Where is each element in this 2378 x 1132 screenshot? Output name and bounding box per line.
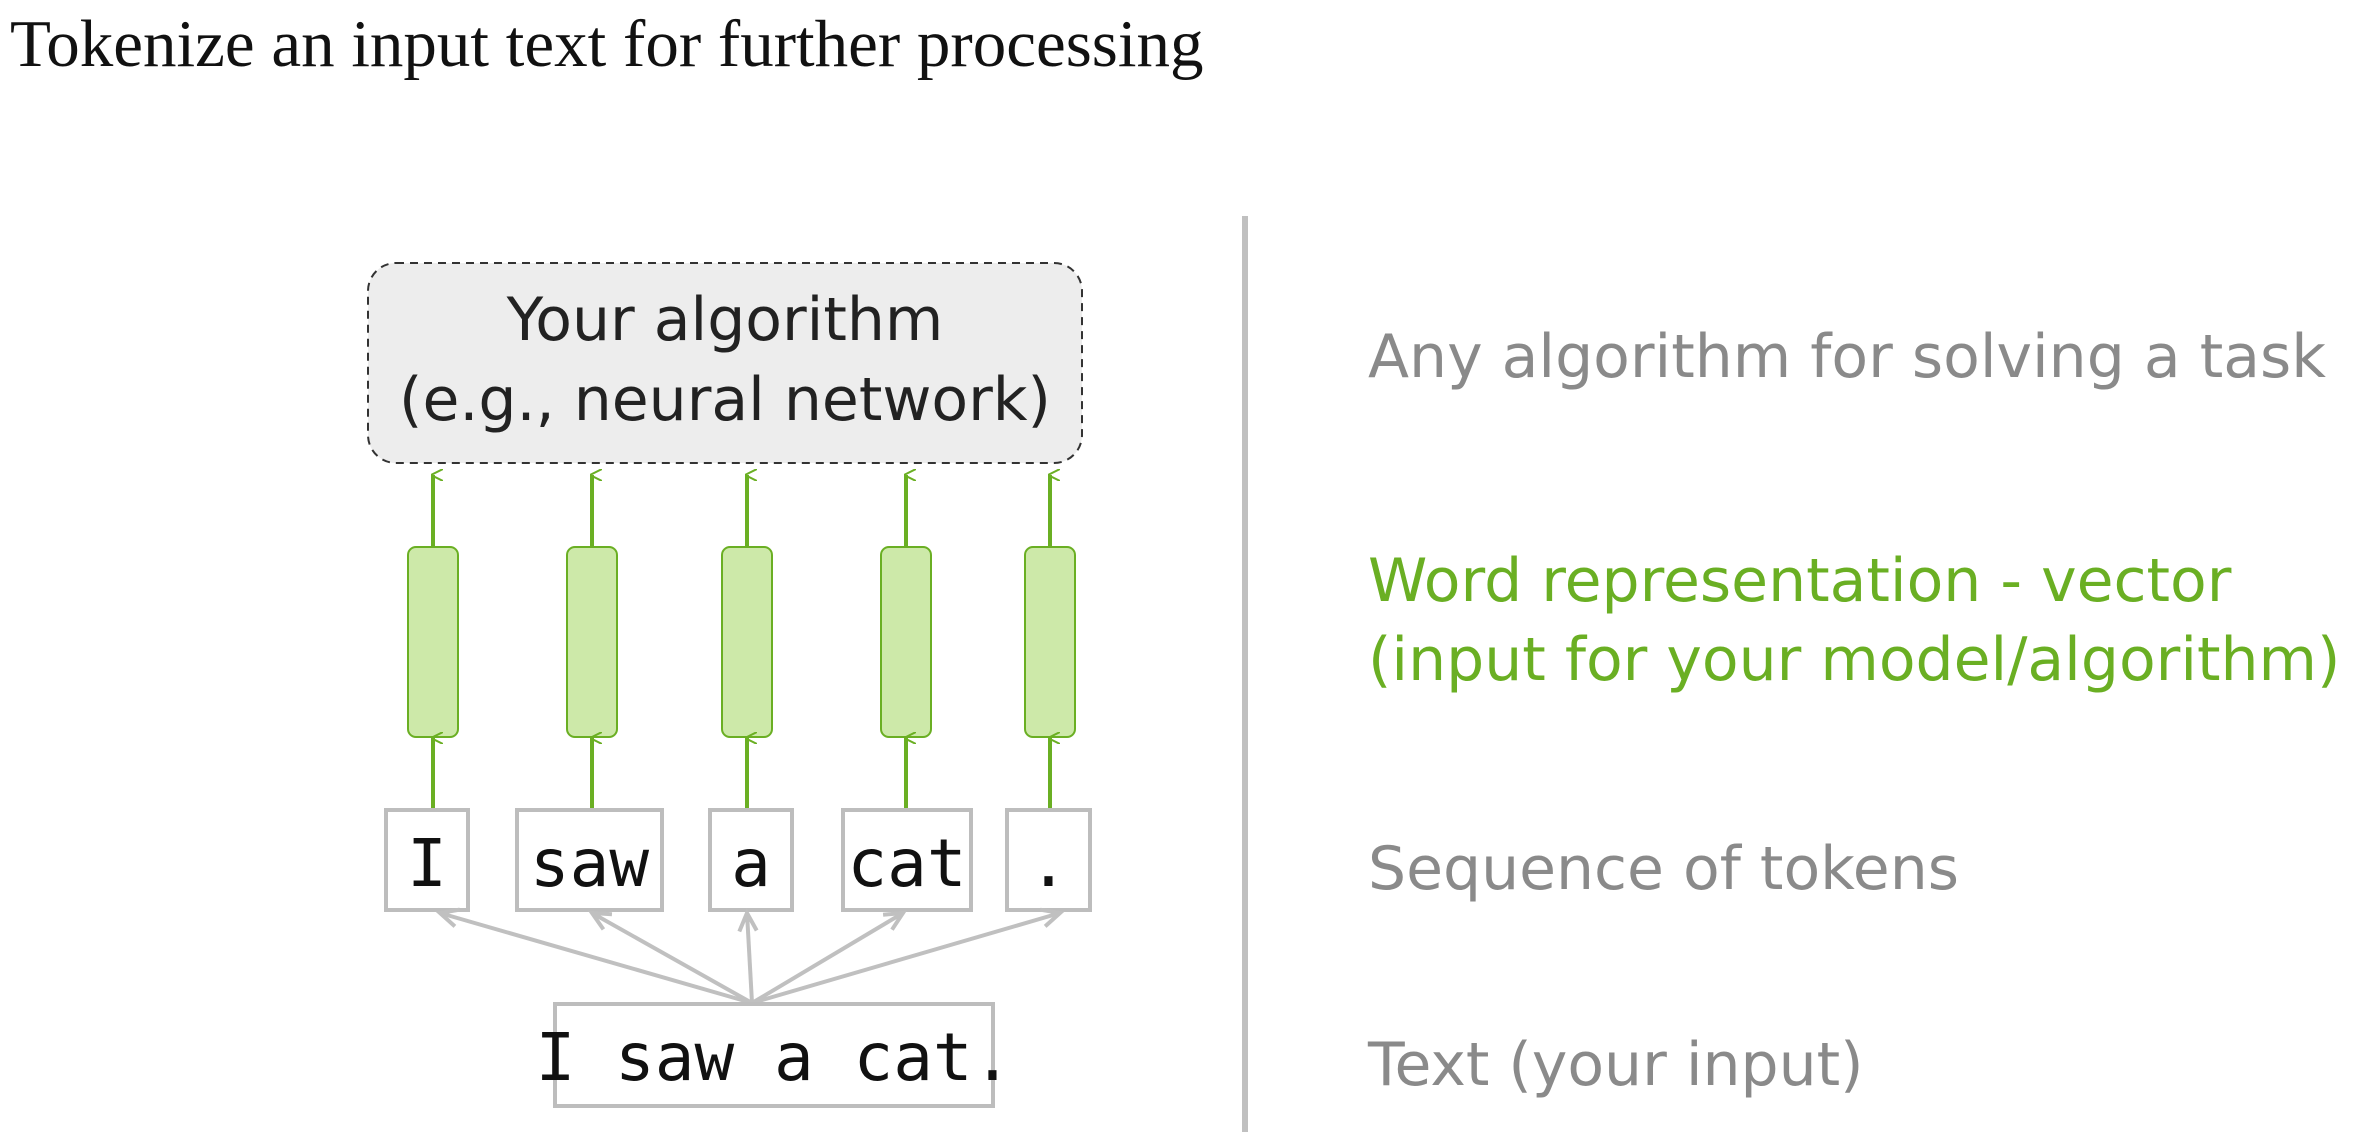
word-vector: [407, 546, 459, 738]
algorithm-box-line2: (e.g., neural network): [399, 365, 1051, 435]
token-label: saw: [530, 825, 649, 902]
split-arrow: [439, 911, 753, 1005]
word-vector: [880, 546, 932, 738]
word-vector: [721, 546, 773, 738]
label-text: Text (your input): [1368, 1030, 1864, 1100]
split-arrows: [435, 907, 1065, 1005]
token-label: a: [731, 825, 771, 902]
algorithm-box-line1: Your algorithm: [506, 285, 944, 355]
split-arrow: [751, 911, 1061, 1005]
token-label: I: [407, 825, 447, 902]
input-text: I saw a cat.: [536, 1019, 1013, 1096]
label-tokens: Sequence of tokens: [1368, 834, 1959, 904]
split-arrow: [750, 911, 905, 1005]
token-label: cat: [847, 825, 966, 902]
label-representation: Word representation - vector (input for …: [1368, 542, 2340, 700]
token-label: .: [1029, 825, 1069, 902]
label-representation-line2: (input for your model/algorithm): [1368, 625, 2341, 696]
token-columns: Isaw a cat.: [384, 475, 1092, 912]
word-vector: [1024, 546, 1076, 738]
label-algorithm: Any algorithm for solving a task: [1368, 322, 2327, 392]
split-arrow: [745, 912, 754, 1004]
split-arrow: [591, 911, 753, 1005]
label-representation-line1: Word representation - vector: [1368, 546, 2232, 616]
word-vector: [566, 546, 618, 738]
